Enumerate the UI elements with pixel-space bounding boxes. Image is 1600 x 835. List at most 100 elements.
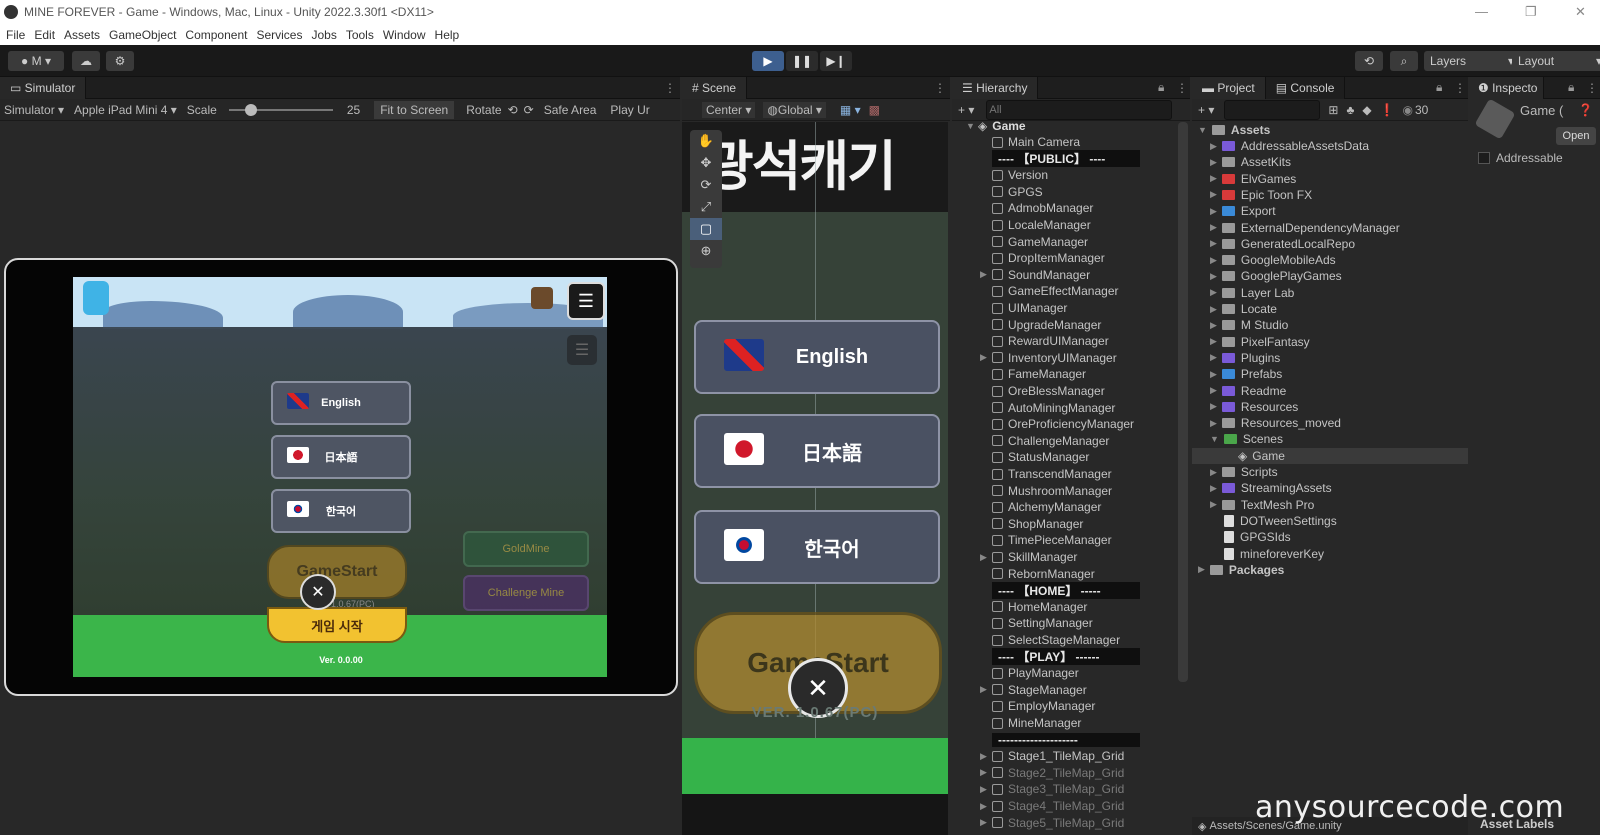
snap-icon[interactable]: ▦ ▾ (840, 103, 861, 117)
eye-icon[interactable]: ◉ (1403, 103, 1413, 117)
close-icon[interactable]: ✕ (300, 574, 336, 610)
expand-arrow-icon[interactable]: ▶ (1210, 271, 1217, 282)
rotate-tool-icon[interactable]: ⟳ (690, 174, 722, 196)
project-root-packages[interactable]: ▶ Packages (1198, 562, 1284, 578)
hand-tool-icon[interactable]: ✋ (690, 130, 722, 152)
project-folder[interactable]: ▼ Scenes (1210, 431, 1283, 447)
challenge-mine-button[interactable]: Challenge Mine (463, 575, 589, 611)
safe-area-toggle[interactable]: Safe Area (544, 103, 597, 117)
grid-icon[interactable]: ▩ (869, 103, 880, 117)
scene-language-japanese-button[interactable]: 日本語 (694, 414, 940, 488)
play-mode-option[interactable]: Play Ur (610, 103, 649, 117)
hierarchy-item[interactable]: AlchemyManager (992, 499, 1101, 515)
panel-menu-icon[interactable]: ⋮ (934, 81, 946, 95)
expand-arrow-icon[interactable]: ▶ (1198, 564, 1205, 575)
pivot-dropdown[interactable]: Center ▾ (702, 101, 756, 118)
hierarchy-search-input[interactable] (986, 99, 1173, 120)
panel-menu-icon[interactable]: ⋮ (1454, 81, 1466, 95)
language-korean-button[interactable]: 한국어 (271, 489, 411, 533)
hierarchy-item[interactable]: ▶ SoundManager (980, 267, 1090, 283)
hierarchy-item[interactable]: AdmobManager (992, 200, 1093, 216)
panel-menu-icon[interactable]: ⋮ (664, 81, 676, 95)
hierarchy-item[interactable]: SelectStageManager (992, 632, 1120, 648)
hierarchy-item[interactable]: RewardUIManager (992, 333, 1109, 349)
project-folder[interactable]: ▶ TextMesh Pro (1210, 497, 1314, 513)
rect-tool-icon[interactable]: ▢ (690, 218, 722, 240)
menu-assets[interactable]: Assets (64, 28, 100, 42)
add-button[interactable]: + ▾ (1198, 103, 1214, 117)
warning-icon[interactable]: ❗ (1380, 103, 1395, 117)
step-button[interactable]: ▶❙ (820, 51, 852, 71)
scale-tool-icon[interactable]: ⤢ (690, 196, 722, 218)
expand-arrow-icon[interactable]: ▶ (980, 552, 987, 563)
project-file[interactable]: mineforeverKey (1224, 546, 1324, 562)
project-folder[interactable]: ▶ ElvGames (1210, 171, 1296, 187)
expand-arrow-icon[interactable]: ▶ (980, 269, 987, 280)
fit-to-screen-button[interactable]: Fit to Screen (374, 100, 455, 119)
game-screen[interactable]: ☰ ☰ English 日本語 한국어 GameStart GoldMine C… (73, 277, 607, 677)
project-folder[interactable]: ▶ Scripts (1210, 464, 1278, 480)
hierarchy-item[interactable]: GPGS (992, 184, 1043, 200)
goldmine-button[interactable]: GoldMine (463, 531, 589, 567)
project-file[interactable]: DOTweenSettings (1224, 513, 1337, 529)
project-folder[interactable]: ▶ GeneratedLocalRepo (1210, 236, 1355, 252)
project-folder[interactable]: ▶ ExternalDependencyManager (1210, 220, 1400, 236)
hierarchy-item[interactable]: GameManager (992, 234, 1088, 250)
tab-scene[interactable]: # Scene (682, 76, 748, 99)
label-filter-icon[interactable]: ◆ (1362, 103, 1371, 117)
layout-dropdown[interactable]: Layout ▾ (1512, 51, 1600, 71)
project-root-assets[interactable]: ▼ Assets (1198, 122, 1270, 138)
open-button[interactable]: Open (1556, 127, 1596, 145)
hierarchy-item[interactable]: ▶ StageManager (980, 682, 1087, 698)
lock-icon[interactable]: 🔒︎ (1568, 80, 1574, 95)
hierarchy-item[interactable]: ▶ Stage3_TileMap_Grid (980, 781, 1124, 797)
hierarchy-item[interactable]: FameManager (992, 366, 1086, 382)
hierarchy-item[interactable]: ▶ Stage2_TileMap_Grid (980, 765, 1124, 781)
expand-arrow-icon[interactable]: ▶ (1210, 287, 1217, 298)
game-start-button[interactable]: GameStart (267, 545, 407, 599)
project-folder[interactable]: ▶ StreamingAssets (1210, 480, 1332, 496)
hierarchy-scrollbar[interactable] (1178, 122, 1188, 682)
tab-simulator[interactable]: ▭ Simulator (0, 76, 87, 99)
project-folder[interactable]: ▶ Locate (1210, 301, 1277, 317)
expand-arrow-icon[interactable]: ▶ (980, 784, 987, 795)
hierarchy-item[interactable]: Main Camera (992, 134, 1080, 150)
hierarchy-item[interactable]: PlayManager (992, 665, 1079, 681)
lock-icon[interactable]: 🔒︎ (1436, 80, 1442, 95)
project-folder[interactable]: ▶ Epic Toon FX (1210, 187, 1312, 203)
expand-arrow-icon[interactable]: ▶ (1210, 304, 1217, 315)
hierarchy-item[interactable]: RebornManager (992, 566, 1095, 582)
expand-arrow-icon[interactable]: ▶ (1210, 157, 1217, 168)
language-japanese-button[interactable]: 日本語 (271, 435, 411, 479)
hierarchy-item[interactable]: ---- 【PUBLIC】 ---- (992, 150, 1140, 168)
expand-arrow-icon[interactable]: ▶ (980, 751, 987, 762)
hierarchy-item[interactable]: ▶ InventoryUIManager (980, 350, 1117, 366)
expand-arrow-icon[interactable]: ▶ (1210, 352, 1217, 363)
hierarchy-item[interactable]: -------------------- (992, 732, 1140, 748)
menu-services[interactable]: Services (256, 28, 302, 42)
history-icon[interactable]: ⟲ (1355, 51, 1383, 71)
hierarchy-item[interactable]: Version (992, 167, 1048, 183)
expand-arrow-icon[interactable]: ▶ (1210, 483, 1217, 494)
layers-dropdown[interactable]: Layers ▾ (1424, 51, 1520, 71)
expand-arrow-icon[interactable]: ▶ (1210, 467, 1217, 478)
hierarchy-item[interactable]: ▶ SkillManager (980, 549, 1077, 565)
cloud-icon[interactable]: ☁ (72, 51, 100, 71)
scale-slider-handle[interactable] (244, 103, 257, 116)
hierarchy-item[interactable]: LocaleManager (992, 217, 1091, 233)
menu-tools[interactable]: Tools (346, 28, 374, 42)
expand-arrow-icon[interactable]: ▼ (1198, 125, 1207, 135)
hierarchy-item[interactable]: UpgradeManager (992, 317, 1101, 333)
pet-icon[interactable] (531, 287, 553, 309)
expand-arrow-icon[interactable]: ▶ (1210, 173, 1217, 184)
hierarchy-item[interactable]: MushroomManager (992, 483, 1112, 499)
filter-icon[interactable]: ⊞ (1328, 103, 1338, 117)
scene-language-korean-button[interactable]: 한국어 (694, 510, 940, 584)
hierarchy-item[interactable]: ShopManager (992, 516, 1083, 532)
expand-arrow-icon[interactable]: ▶ (1210, 238, 1217, 249)
project-folder[interactable]: ▶ Export (1210, 203, 1276, 219)
expand-arrow-icon[interactable]: ▶ (1210, 320, 1217, 331)
add-button[interactable]: + ▾ (958, 103, 974, 117)
expand-arrow-icon[interactable]: ▶ (1210, 189, 1217, 200)
transform-tool-icon[interactable]: ⊕ (690, 240, 722, 262)
